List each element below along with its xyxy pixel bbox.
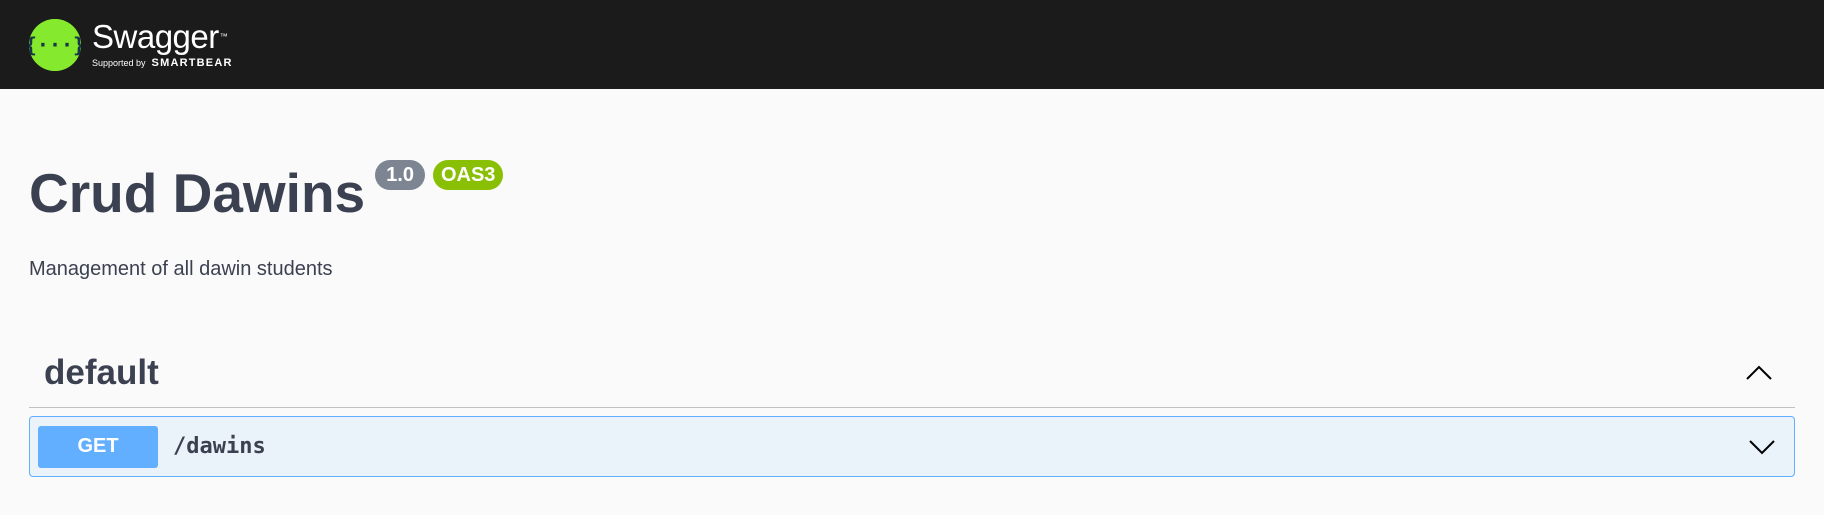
chevron-up-icon	[1746, 365, 1772, 380]
page-title: Crud Dawins	[29, 162, 366, 224]
api-info: Crud Dawins 1.0 OAS3 Management of all d…	[0, 160, 1824, 281]
method-badge[interactable]: GET	[38, 425, 158, 468]
expand-operation-button[interactable]	[1738, 427, 1786, 467]
tag-section-default: default GET /dawins	[29, 338, 1795, 477]
oas-badge: OAS3	[432, 160, 504, 190]
tag-name: default	[44, 352, 159, 392]
api-description: Management of all dawin students	[29, 258, 333, 280]
smartbear-brand: SMARTBEAR	[151, 57, 233, 69]
tag-header[interactable]: default	[29, 338, 1795, 408]
chevron-down-icon	[1749, 439, 1775, 454]
logo-name: Swagger™	[92, 18, 228, 55]
swagger-logo-icon: {···}	[29, 18, 81, 71]
supported-by-label: Supported by	[92, 58, 146, 68]
swagger-logo-link[interactable]: {···} Swagger™ Supported by SMARTBEAR	[29, 18, 233, 71]
operation-get-dawins[interactable]: GET /dawins	[29, 416, 1795, 477]
svg-text:{···}: {···}	[29, 33, 81, 57]
operation-path[interactable]: /dawins	[173, 434, 1738, 459]
version-badge: 1.0	[375, 160, 425, 190]
collapse-tag-button[interactable]	[1729, 353, 1789, 393]
logo-subtitle: Supported by SMARTBEAR	[92, 57, 233, 69]
topbar: {···} Swagger™ Supported by SMARTBEAR	[0, 0, 1824, 89]
